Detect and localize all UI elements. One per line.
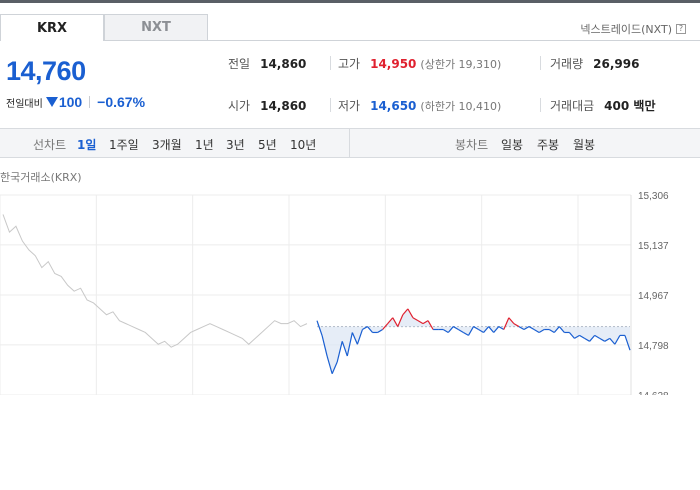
change-value: 100 xyxy=(58,94,83,110)
change-divider xyxy=(89,96,91,108)
stat-value: 14,860 xyxy=(260,56,307,71)
candle-daily[interactable]: 일봉 xyxy=(501,136,523,153)
stat-label: 전일 xyxy=(228,57,251,71)
toolbar-divider xyxy=(349,129,350,157)
y-tick-label: 14,628 xyxy=(638,391,669,395)
stat-label: 고가 xyxy=(338,57,361,71)
period-10y[interactable]: 10년 xyxy=(290,136,316,153)
top-border xyxy=(0,0,700,3)
period-3y[interactable]: 3년 xyxy=(226,136,245,153)
stat-value: 26,996 xyxy=(593,56,640,71)
today-area-fill xyxy=(317,308,630,374)
stat-low: 저가 14,650 (하한가 10,410) xyxy=(338,97,501,114)
stat-value: 14,860 xyxy=(260,98,307,113)
candle-monthly[interactable]: 월봉 xyxy=(573,136,595,153)
stat-label: 시가 xyxy=(228,99,251,113)
stat-trade-value: 거래대금 400 백만 xyxy=(550,97,655,114)
stat-divider xyxy=(330,56,331,70)
stat-divider xyxy=(540,56,541,70)
price-change: 전일대비 100 −0.67% xyxy=(6,94,145,110)
candle-weekly[interactable]: 주봉 xyxy=(537,136,559,153)
current-price: 14,760 xyxy=(6,56,86,86)
period-1y[interactable]: 1년 xyxy=(195,136,214,153)
stat-open: 시가 14,860 xyxy=(228,97,306,114)
tab-krx[interactable]: KRX xyxy=(0,14,104,41)
candle-chart-label: 봉차트 xyxy=(455,138,489,152)
stat-value: 400 백만 xyxy=(604,99,656,113)
nextrade-link[interactable]: 넥스트레이드(NXT) ? xyxy=(580,21,686,37)
chart-toolbar: 선차트 1일 1주일 3개월 1년 3년 5년 10년 봉차트 일봉 주봉 월봉 xyxy=(0,128,700,158)
change-label: 전일대비 xyxy=(6,98,43,110)
stat-label: 저가 xyxy=(338,99,361,113)
period-1w[interactable]: 1주일 xyxy=(109,136,139,153)
help-icon[interactable]: ? xyxy=(676,24,686,34)
tab-nxt[interactable]: NXT xyxy=(104,14,208,41)
stat-label: 거래대금 xyxy=(550,99,595,113)
period-3m[interactable]: 3개월 xyxy=(152,136,182,153)
stat-label: 거래량 xyxy=(550,57,584,71)
y-tick-label: 14,967 xyxy=(638,291,669,302)
line-chart-label: 선차트 xyxy=(33,138,67,152)
stat-value: 14,950 xyxy=(370,56,417,71)
stat-prev-close: 전일 14,860 xyxy=(228,55,306,72)
stat-high: 고가 14,950 (상한가 19,310) xyxy=(338,55,501,72)
down-triangle-icon xyxy=(45,97,58,107)
stat-divider xyxy=(540,98,541,112)
period-1d[interactable]: 1일 xyxy=(77,136,96,153)
tab-divider xyxy=(208,40,700,41)
price-chart: 15,306 15,137 14,967 14,798 14,628 xyxy=(0,191,669,395)
history-series-line xyxy=(2,214,308,348)
y-tick-label: 14,798 xyxy=(638,341,669,352)
upper-limit: (상한가 19,310) xyxy=(420,57,502,71)
nextrade-link-label: 넥스트레이드(NXT) xyxy=(580,23,672,36)
y-tick-label: 15,137 xyxy=(638,241,669,252)
period-5y[interactable]: 5년 xyxy=(258,136,277,153)
stat-divider xyxy=(330,98,331,112)
stat-volume: 거래량 26,996 xyxy=(550,55,639,72)
y-tick-label: 15,306 xyxy=(638,191,669,202)
lower-limit: (하한가 10,410) xyxy=(420,99,502,113)
stat-value: 14,650 xyxy=(370,98,417,113)
change-percent: −0.67% xyxy=(97,94,146,110)
